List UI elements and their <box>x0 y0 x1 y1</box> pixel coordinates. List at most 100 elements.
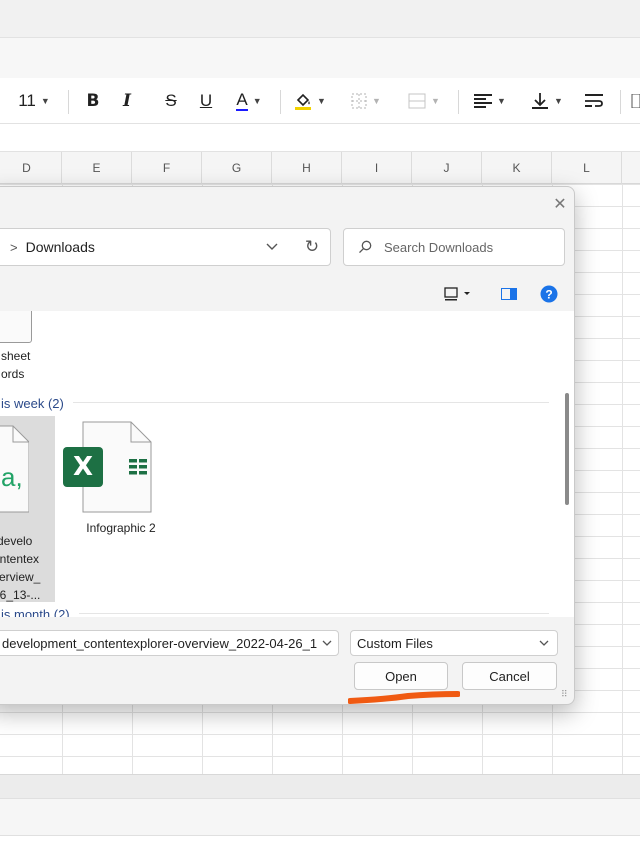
csv-glyph: a, <box>1 462 23 492</box>
toolbar-divider <box>458 90 459 114</box>
file-type-value: Custom Files <box>357 635 433 651</box>
search-box[interactable]: Search Downloads <box>343 228 565 266</box>
sheet-tabs-bar <box>0 798 640 836</box>
cancel-label: Cancel <box>489 668 530 684</box>
close-button[interactable]: ✕ <box>547 189 573 219</box>
horizontal-align-button[interactable]: ▼ <box>470 78 510 124</box>
refresh-icon: ↻ <box>304 237 320 256</box>
group-header-this-month[interactable]: is month (2) <box>0 604 549 617</box>
resize-grip-icon[interactable]: ⠿ <box>561 689 568 700</box>
column-header-e[interactable]: E <box>62 152 132 184</box>
file-icon-partial[interactable] <box>0 311 32 343</box>
column-header-i[interactable]: I <box>342 152 412 184</box>
scrollbar-thumb[interactable] <box>565 393 569 505</box>
more-tools-icon <box>631 94 640 108</box>
label-line: -develo <box>0 534 33 548</box>
borders-icon <box>351 93 367 109</box>
column-letter: E <box>92 161 101 175</box>
strikethrough-button[interactable]: S <box>158 78 184 124</box>
italic-label: I <box>123 91 131 111</box>
vertical-align-button[interactable]: ▼ <box>526 78 568 124</box>
file-item-infographic-2[interactable]: X Infographic 2 <box>63 421 167 541</box>
column-header-j[interactable]: J <box>412 152 482 184</box>
address-history-dropdown[interactable] <box>266 229 278 265</box>
font-size-dropdown[interactable]: 11 ▼ <box>10 78 58 124</box>
column-letter: F <box>162 161 171 175</box>
column-header-l[interactable]: L <box>552 152 622 184</box>
filename-field[interactable]: development_contentexplorer-overview_202… <box>0 630 339 656</box>
chevron-down-icon <box>266 243 278 250</box>
file-list-view: sheet ords is week (2) a, -develo ontent… <box>0 311 559 617</box>
file-item-selected[interactable]: a, -develo ontentex verview_ 26_13-... <box>0 416 55 602</box>
font-size-value: 11 <box>18 91 36 110</box>
excel-logo-icon: X <box>63 447 103 487</box>
horizontal-scroll-band <box>0 774 640 798</box>
chevron-down-icon <box>539 640 549 646</box>
column-letter: I <box>374 161 379 175</box>
filename-history-dropdown[interactable] <box>318 631 332 655</box>
bold-button[interactable]: B <box>80 78 106 124</box>
help-button[interactable]: ? <box>537 277 561 311</box>
partial-file-label[interactable]: sheet ords <box>1 347 30 383</box>
underline-button[interactable]: U <box>193 78 219 124</box>
search-icon <box>359 240 372 254</box>
column-header-d[interactable]: D <box>0 152 62 184</box>
label-line: 26_13-... <box>0 588 41 602</box>
csv-file-icon: a, <box>0 425 29 513</box>
borders-button[interactable]: ▼ <box>346 78 386 124</box>
search-placeholder: Search Downloads <box>384 239 494 255</box>
open-label: Open <box>385 668 417 684</box>
label-line: ontentex <box>0 552 40 566</box>
help-icon: ? <box>540 285 558 303</box>
address-bar[interactable]: > Downloads <box>0 228 331 266</box>
close-icon: ✕ <box>553 196 567 213</box>
toolbar-divider <box>280 90 281 114</box>
merge-cells-icon <box>408 93 426 109</box>
group-header-this-week[interactable]: is week (2) <box>0 393 549 413</box>
file-list-scrollbar[interactable] <box>559 311 574 617</box>
paint-bucket-icon <box>295 93 312 110</box>
formula-bar[interactable] <box>0 124 640 152</box>
wrap-text-button[interactable] <box>580 78 608 124</box>
fill-color-button[interactable]: ▼ <box>290 78 330 124</box>
label-line: ords <box>1 367 25 381</box>
column-letter: J <box>443 161 450 175</box>
change-view-button[interactable] <box>441 277 475 311</box>
align-left-icon <box>474 94 493 108</box>
filename-value: development_contentexplorer-overview_202… <box>2 635 318 651</box>
column-header-g[interactable]: G <box>202 152 272 184</box>
chevron-down-icon: ▼ <box>372 96 381 106</box>
chevron-down-icon: ▼ <box>252 96 262 106</box>
column-header-k[interactable]: K <box>482 152 552 184</box>
file-type-dropdown[interactable] <box>539 631 549 655</box>
more-tools-button[interactable] <box>628 78 640 124</box>
window-title-strip <box>0 0 640 38</box>
preview-pane-icon <box>501 288 517 300</box>
column-header-h[interactable]: H <box>272 152 342 184</box>
column-letter: G <box>231 161 242 175</box>
merge-cells-button[interactable]: ▼ <box>400 78 448 124</box>
file-type-select[interactable]: Custom Files <box>350 630 558 656</box>
selected-file-label: -develo ontentex verview_ 26_13-... <box>0 532 40 604</box>
excel-glyph: X <box>72 452 94 482</box>
address-path: Downloads <box>25 239 95 255</box>
italic-button[interactable]: I <box>114 78 140 124</box>
strikethrough-label: S <box>165 91 177 110</box>
column-header-f[interactable]: F <box>132 152 202 184</box>
underline-label: U <box>199 91 213 110</box>
align-bottom-icon <box>532 93 549 109</box>
chevron-down-icon: ▼ <box>40 96 50 106</box>
chevron-down-icon: ▼ <box>431 96 440 106</box>
dialog-view-toolbar: ? <box>0 277 574 311</box>
refresh-button[interactable]: ↻ <box>299 230 325 264</box>
column-letter: L <box>583 161 590 175</box>
annotation-underline <box>348 691 460 704</box>
toolbar-divider <box>620 90 621 114</box>
font-color-button[interactable]: A ▼ <box>228 78 270 124</box>
toolbar-divider <box>68 90 69 114</box>
preview-pane-button[interactable] <box>497 277 521 311</box>
cancel-button[interactable]: Cancel <box>462 662 557 690</box>
ribbon-tab-band <box>0 38 640 78</box>
open-button[interactable]: Open <box>354 662 448 690</box>
wrap-text-icon <box>585 94 603 107</box>
